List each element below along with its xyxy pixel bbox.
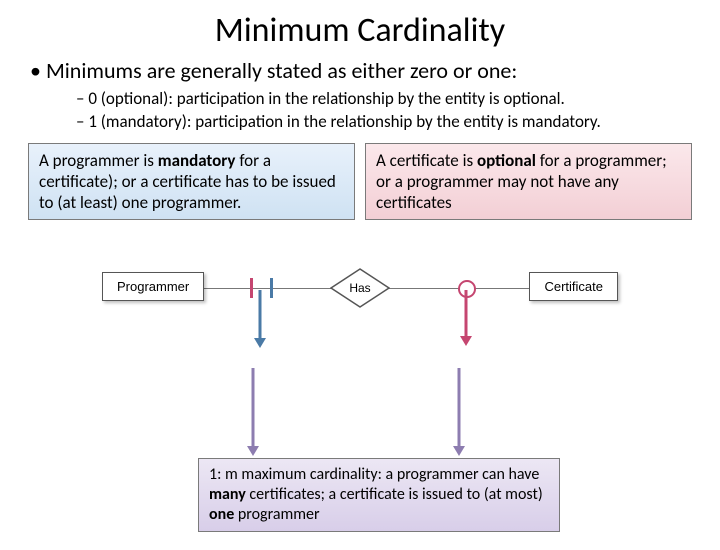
entity-programmer: Programmer [102, 272, 204, 301]
callout-mandatory: A programmer is mandatory for a certific… [28, 143, 355, 221]
bold-text: one [209, 505, 234, 524]
bold-text: many [209, 485, 246, 504]
bold-text: optional [477, 150, 536, 171]
text: certificates; a certificate is issued to… [246, 485, 543, 504]
text: A certificate is [376, 150, 477, 171]
text: 1: m maximum cardinality: a programmer c… [209, 465, 539, 484]
er-diagram: Programmer Certificate Has [80, 248, 640, 338]
callout-optional: A certificate is optional for a programm… [365, 143, 692, 221]
cardinality-bar-icon [270, 278, 273, 298]
bullet-level-2: 1 (mandatory): participation in the rela… [76, 111, 720, 132]
relationship-diamond: Has [330, 268, 390, 308]
relationship-label: Has [330, 268, 390, 308]
entity-certificate: Certificate [529, 272, 618, 301]
cardinality-circle-icon [458, 280, 476, 298]
text: A programmer is [39, 150, 158, 171]
arrow-icon [449, 368, 469, 458]
bullet-level-1: Minimums are generally stated as either … [30, 57, 720, 84]
callout-row: A programmer is mandatory for a certific… [28, 143, 692, 221]
arrow-icon [243, 368, 263, 458]
slide-title: Minimum Cardinality [0, 10, 720, 51]
cardinality-bar-icon [250, 278, 253, 298]
bullet-level-2: 0 (optional): participation in the relat… [76, 88, 720, 109]
text: programmer [234, 505, 319, 524]
callout-max-cardinality: 1: m maximum cardinality: a programmer c… [198, 458, 560, 532]
bold-text: mandatory [158, 150, 236, 171]
